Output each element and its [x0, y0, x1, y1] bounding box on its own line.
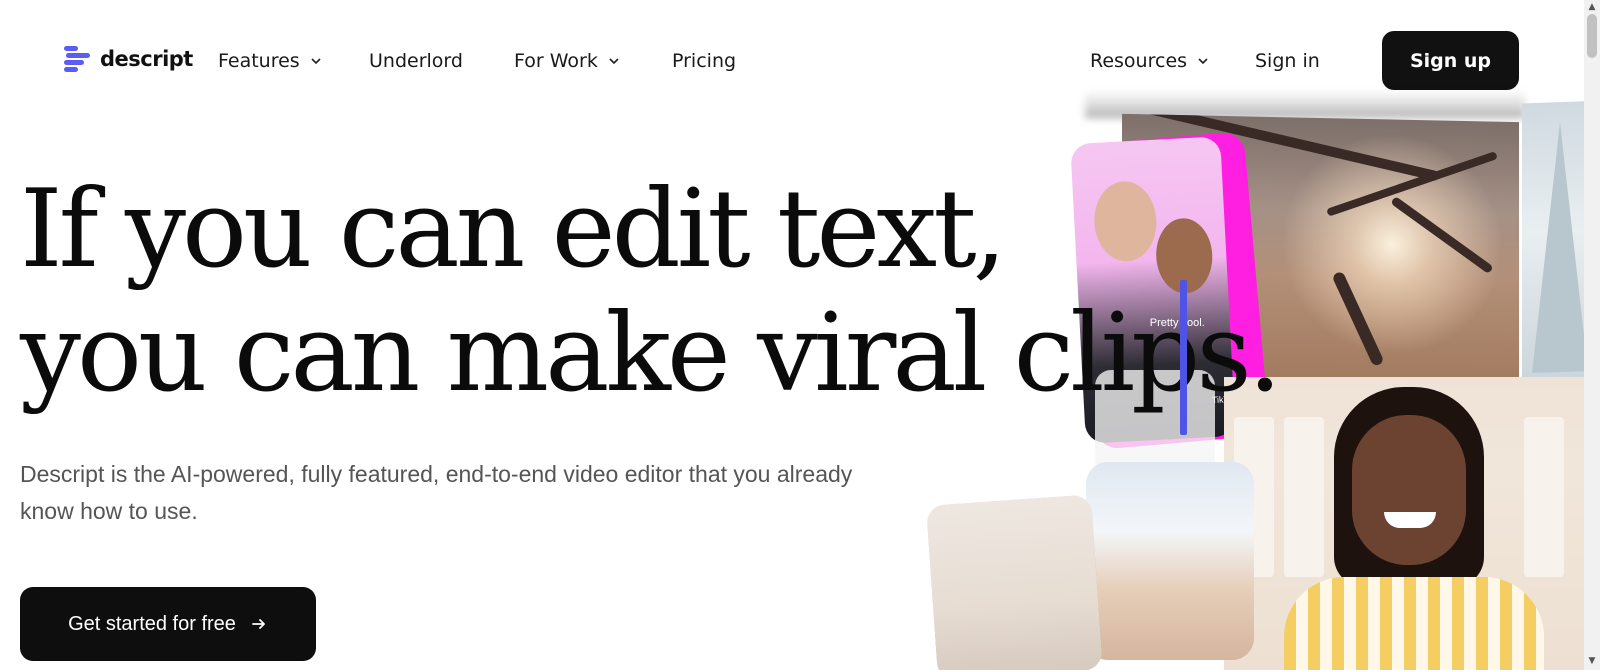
hero-headline-line1: If you can edit text, [20, 167, 1007, 292]
nav-underlord-label: Underlord [369, 50, 463, 72]
nav-underlord[interactable]: Underlord [369, 50, 463, 72]
text-cursor [1180, 280, 1187, 435]
nav-features-label: Features [218, 50, 300, 72]
nav-pricing-label: Pricing [672, 50, 737, 72]
smiling-woman-thumbnail [1224, 377, 1599, 670]
nav-for-work-label: For Work [514, 50, 598, 72]
page-scrollbar[interactable]: ▲ ▼ [1584, 0, 1600, 670]
chevron-down-icon [609, 58, 619, 65]
descript-logo-icon [64, 44, 90, 74]
arrow-right-icon [252, 619, 265, 629]
get-started-button[interactable]: Get started for free [20, 587, 316, 661]
scrollbar-thumb[interactable] [1587, 14, 1597, 58]
get-started-label: Get started for free [68, 612, 236, 635]
hero-headline-line2: you can make viral clips. [20, 291, 1282, 416]
nav-resources-label: Resources [1090, 50, 1188, 72]
nav-features[interactable]: Features [218, 50, 324, 72]
brand-name: descript [100, 47, 193, 71]
sign-in-label: Sign in [1255, 50, 1320, 72]
hero-headline: If you can edit text, you can make viral… [20, 167, 1282, 416]
sign-up-button[interactable]: Sign up [1382, 31, 1519, 90]
nav-for-work[interactable]: For Work [514, 50, 622, 72]
hero-subtext: Descript is the AI-powered, fully featur… [20, 461, 853, 524]
scroll-up-icon[interactable]: ▲ [1587, 2, 1597, 12]
chevron-down-icon [311, 58, 321, 65]
sign-in-link[interactable]: Sign in [1255, 50, 1320, 72]
chevron-down-icon [1198, 58, 1208, 65]
hands-close-up-thumbnail [926, 494, 1103, 670]
desert-landscape-thumbnail [1086, 462, 1254, 660]
nav-pricing[interactable]: Pricing [672, 50, 736, 72]
brand-logo[interactable]: descript [64, 44, 193, 74]
scroll-down-icon[interactable]: ▼ [1587, 656, 1597, 666]
nav-resources[interactable]: Resources [1090, 50, 1211, 72]
